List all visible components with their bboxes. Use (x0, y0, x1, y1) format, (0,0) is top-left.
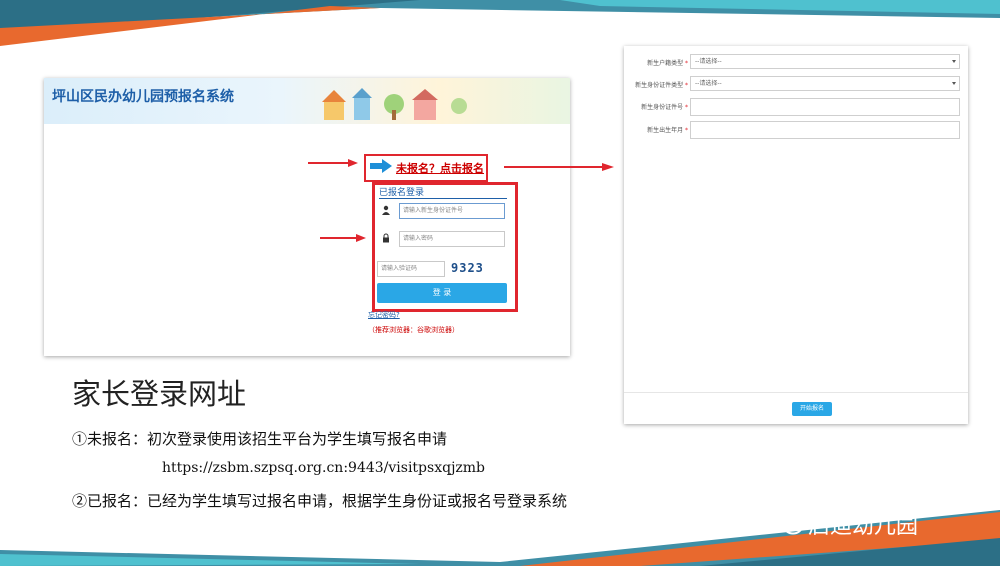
system-title: 坪山区民办幼儿园预报名系统 (52, 89, 234, 105)
red-arrow-not-registered (308, 159, 358, 167)
chevron-down-icon (952, 82, 956, 85)
login-url[interactable]: https://zsbm.szpsq.org.cn:9443/visitpsxq… (162, 460, 485, 476)
instruction-registered: ②已报名：已经为学生填写过报名申请，根据学生身份证或报名号登录系统 (72, 492, 568, 510)
field-label-household-type: 新生户籍类型 * (647, 60, 688, 67)
form-divider (624, 392, 968, 393)
login-page-screenshot: 坪山区民办幼儿园预报名系统 未报名？点击报名 已报名登录 请输入新生身份证件号 … (44, 78, 614, 356)
instruction-not-registered: ①未报名：初次登录使用该招生平台为学生填写报名申请 (72, 430, 448, 448)
id-number-field[interactable] (690, 98, 960, 116)
password-input[interactable]: 请输入密码 (399, 231, 505, 247)
page-heading: 家长登录网址 (72, 377, 247, 411)
id-number-input[interactable]: 请输入新生身份证件号 (399, 203, 505, 219)
red-arrow-to-form (504, 163, 614, 171)
chevron-down-icon (952, 60, 956, 63)
not-registered-link-box[interactable]: 未报名？点击报名 (364, 154, 488, 182)
cartoon-houses-illustration (322, 88, 467, 120)
field-label-id-type: 新生身份证件类型 * (635, 82, 688, 89)
not-registered-link[interactable]: 未报名？点击报名 (396, 160, 484, 176)
captcha-image[interactable]: 9323 (451, 261, 484, 275)
watermark-text: 启迪幼儿园 (808, 514, 919, 539)
login-form-box: 已报名登录 请输入新生身份证件号 请输入密码 请输入验证码 9323 登 录 (372, 182, 518, 312)
lock-icon (383, 233, 389, 243)
registration-form-screenshot: 新生户籍类型 * --请选择-- 新生身份证件类型 * --请选择-- 新生身份… (624, 46, 968, 424)
login-heading: 已报名登录 (379, 188, 425, 198)
id-type-select[interactable]: --请选择-- (690, 76, 960, 91)
red-arrow-login (320, 234, 366, 242)
recommended-browser-note: （推荐浏览器：谷歌浏览器） (368, 326, 459, 334)
login-button[interactable]: 登 录 (377, 283, 507, 303)
system-banner: 坪山区民办幼儿园预报名系统 (44, 78, 570, 124)
field-label-birth-date: 新生出生年月 * (647, 127, 688, 134)
start-registration-button[interactable]: 开始报名 (792, 402, 832, 416)
forgot-password-link[interactable]: 忘记密码? (368, 310, 400, 320)
captcha-input[interactable]: 请输入验证码 (377, 261, 445, 277)
blue-arrow-icon (370, 159, 392, 173)
field-label-id-number: 新生身份证件号 * (641, 104, 688, 111)
user-icon (382, 205, 390, 215)
household-type-select[interactable]: --请选择-- (690, 54, 960, 69)
wechat-icon (772, 511, 803, 535)
login-heading-underline (379, 198, 507, 199)
birth-date-field[interactable] (690, 121, 960, 139)
